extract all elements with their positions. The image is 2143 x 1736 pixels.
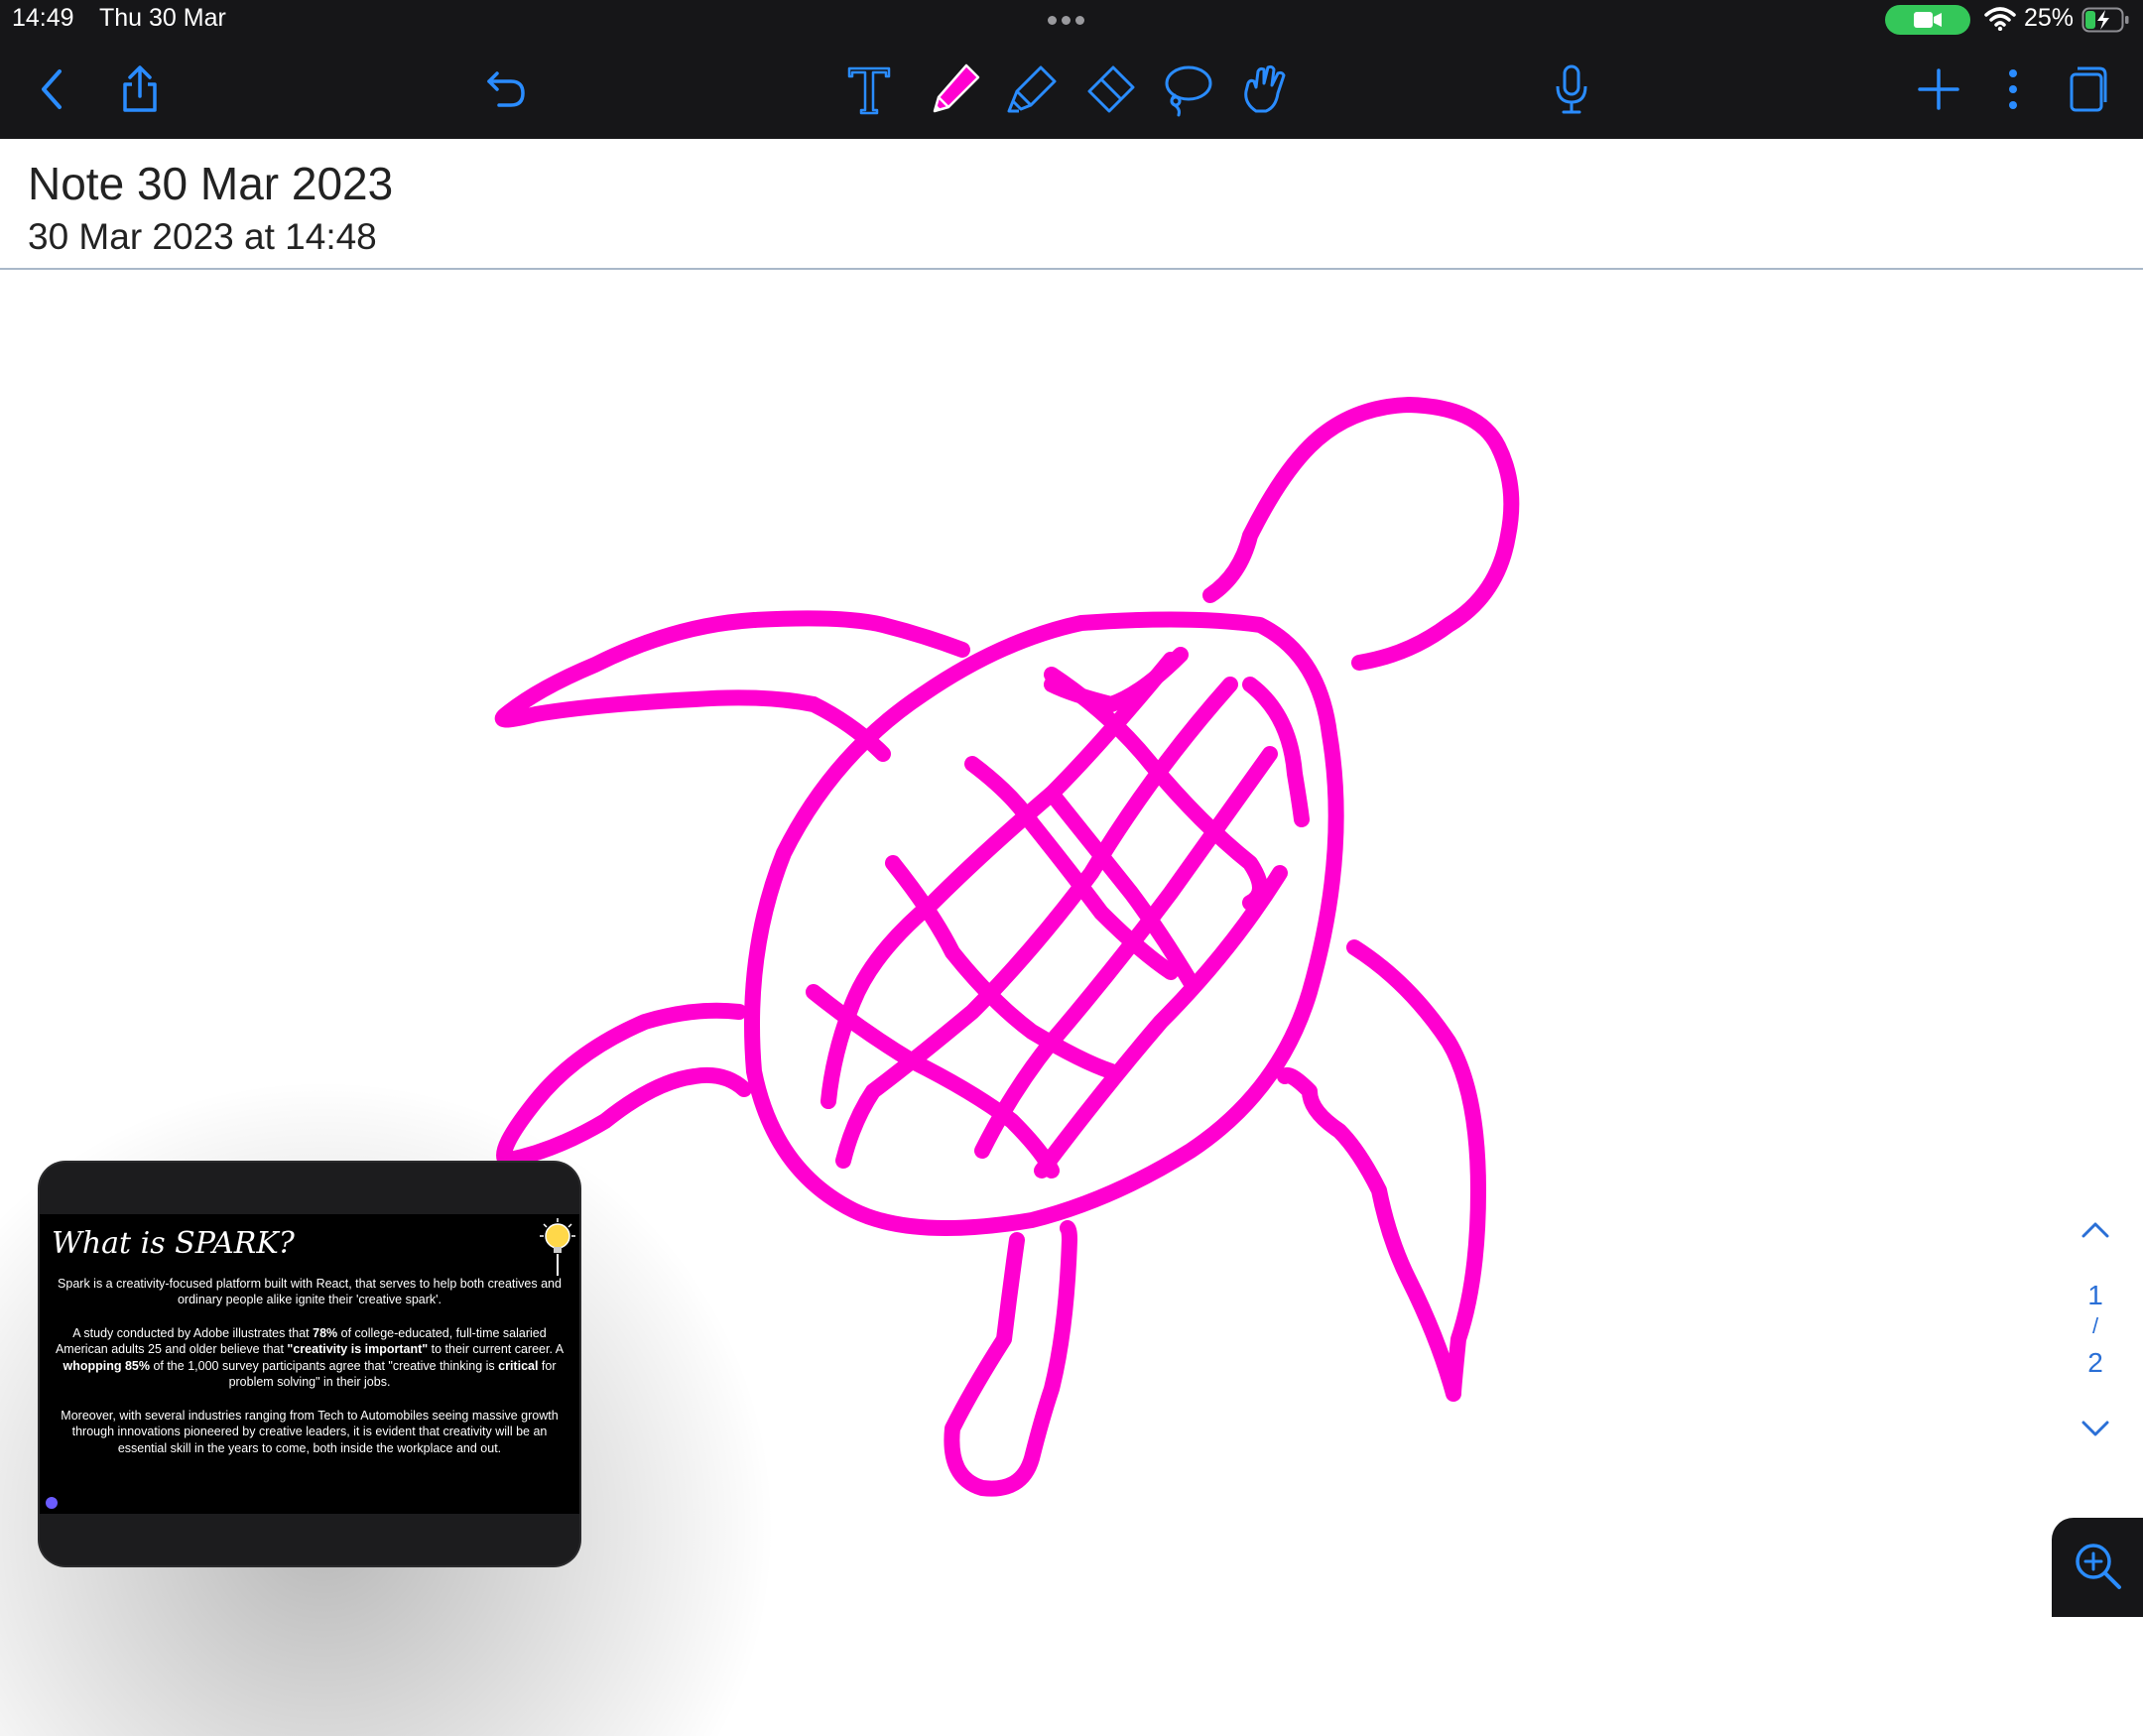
back-button[interactable] (24, 62, 79, 117)
text-tool-button[interactable] (841, 62, 897, 117)
eraser-tool-button[interactable] (1081, 62, 1137, 117)
zoom-button[interactable] (2052, 1518, 2143, 1617)
note-header: Note 30 Mar 2023 30 Mar 2023 at 14:48 (0, 139, 2143, 270)
wifi-icon (1984, 7, 2016, 31)
toolbar (0, 40, 2143, 139)
undo-button[interactable] (478, 62, 534, 117)
pip-paragraph-2: A study conducted by Adobe illustrates t… (55, 1326, 565, 1389)
total-pages: 2 (2087, 1347, 2103, 1378)
add-button[interactable] (1911, 62, 1966, 117)
hand-icon (1244, 64, 1286, 113)
camera-in-use-icon (1885, 5, 1970, 35)
highlighter-icon (1007, 65, 1057, 113)
plus-icon (1918, 68, 1959, 110)
note-title[interactable]: Note 30 Mar 2023 (28, 157, 393, 210)
more-icon (2009, 69, 2017, 109)
microphone-icon (1556, 64, 1587, 114)
more-button[interactable] (1985, 62, 2041, 117)
status-time: 14:49 (12, 4, 74, 32)
lasso-tool-button[interactable] (1159, 62, 1214, 117)
microphone-button[interactable] (1544, 62, 1599, 117)
lasso-icon (1165, 65, 1212, 117)
note-date: 30 Mar 2023 at 14:48 (28, 216, 377, 257)
hand-tool-button[interactable] (1236, 62, 1292, 117)
status-date: Thu 30 Mar (99, 4, 226, 32)
lightbulb-icon (540, 1218, 575, 1276)
pages-button[interactable] (2060, 62, 2115, 117)
pip-paragraph-1: Spark is a creativity-focused platform b… (58, 1277, 562, 1307)
page-down-icon[interactable] (2081, 1421, 2109, 1438)
text-tool-icon (847, 66, 891, 115)
page-up-icon[interactable] (2081, 1220, 2109, 1238)
share-icon (123, 65, 157, 112)
battery-charging-icon (2081, 7, 2129, 33)
battery-percentage: 25% (2024, 4, 2075, 32)
eraser-icon (1087, 65, 1135, 113)
status-bar: 14:49 Thu 30 Mar 25% (0, 0, 2143, 40)
pages-icon (2070, 66, 2107, 112)
pen-tool-button[interactable] (927, 62, 982, 117)
page-navigator: 1 / 2 (2070, 1210, 2121, 1448)
pip-video-window[interactable]: What is SPARK? Spark is a creativity-foc… (40, 1163, 579, 1565)
share-button[interactable] (112, 62, 168, 117)
page-separator: / (2091, 1313, 2099, 1338)
pip-heading: What is SPARK? (52, 1226, 295, 1261)
zoom-in-icon (2076, 1544, 2121, 1589)
highlighter-tool-button[interactable] (1005, 62, 1061, 117)
multitasking-dots-icon[interactable] (1048, 12, 1093, 25)
chevron-left-icon (42, 69, 62, 109)
undo-icon (487, 71, 525, 107)
pip-indicator-dot (46, 1497, 58, 1509)
pip-paragraph-3: Moreover, with several industries rangin… (61, 1409, 559, 1455)
pip-content: What is SPARK? Spark is a creativity-foc… (40, 1214, 579, 1514)
current-page: 1 (2087, 1280, 2103, 1310)
pen-icon (933, 63, 980, 113)
